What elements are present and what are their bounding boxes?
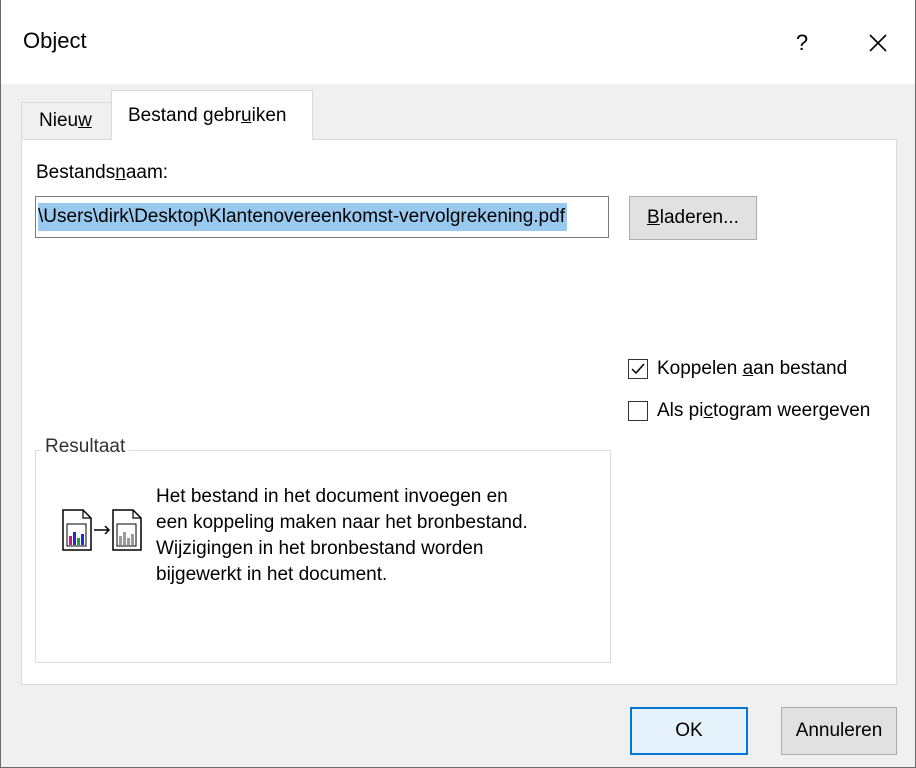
result-line: een koppeling maken naar het bronbestand…: [156, 512, 528, 533]
filename-label: Bestandsnaam:: [36, 162, 169, 183]
filename-value: \Users\dirk\Desktop\Klantenovereenkomst-…: [38, 203, 567, 231]
result-line: Wijzigingen in het bronbestand worden: [156, 538, 484, 559]
tab-nieuw-label: Nieuw: [39, 110, 92, 131]
close-icon: [869, 34, 887, 52]
dialog-title: Object: [23, 28, 87, 53]
result-line: bijgewerkt in het document.: [156, 564, 388, 585]
result-line: Het bestand in het document invoegen en: [156, 486, 508, 507]
filename-input[interactable]: \Users\dirk\Desktop\Klantenovereenkomst-…: [35, 196, 609, 238]
linked-file-icon: [62, 509, 142, 551]
tab-bestand-gebruiken[interactable]: Bestand gebruiken: [111, 90, 313, 140]
display-as-icon-checkbox-box[interactable]: [628, 401, 648, 421]
link-to-file-checkbox[interactable]: Koppelen aan bestand: [628, 354, 847, 384]
display-as-icon-label: Als pictogram weergeven: [657, 400, 871, 421]
result-description: Het bestand in het document invoegen en …: [156, 484, 576, 588]
tab-nieuw[interactable]: Nieuw: [21, 102, 113, 138]
cancel-button[interactable]: Annuleren: [781, 707, 897, 755]
display-as-icon-checkbox[interactable]: Als pictogram weergeven: [628, 396, 870, 426]
link-to-file-label: Koppelen aan bestand: [657, 358, 848, 379]
tab-bestand-gebruiken-label: Bestand gebruiken: [128, 105, 287, 126]
link-to-file-checkbox-box[interactable]: [628, 359, 648, 379]
help-button[interactable]: ?: [779, 18, 825, 68]
checkmark-icon: [631, 363, 645, 375]
browse-button-label: Bladeren...: [647, 207, 739, 228]
close-button[interactable]: [853, 18, 903, 68]
result-legend: Resultaat: [41, 436, 130, 458]
ok-button[interactable]: OK: [630, 707, 748, 755]
object-dialog: Object ? Nieuw Bestand gebruiken Bestand…: [0, 0, 916, 768]
browse-button[interactable]: Bladeren...: [629, 196, 757, 240]
title-bar: Object ?: [1, 0, 915, 84]
